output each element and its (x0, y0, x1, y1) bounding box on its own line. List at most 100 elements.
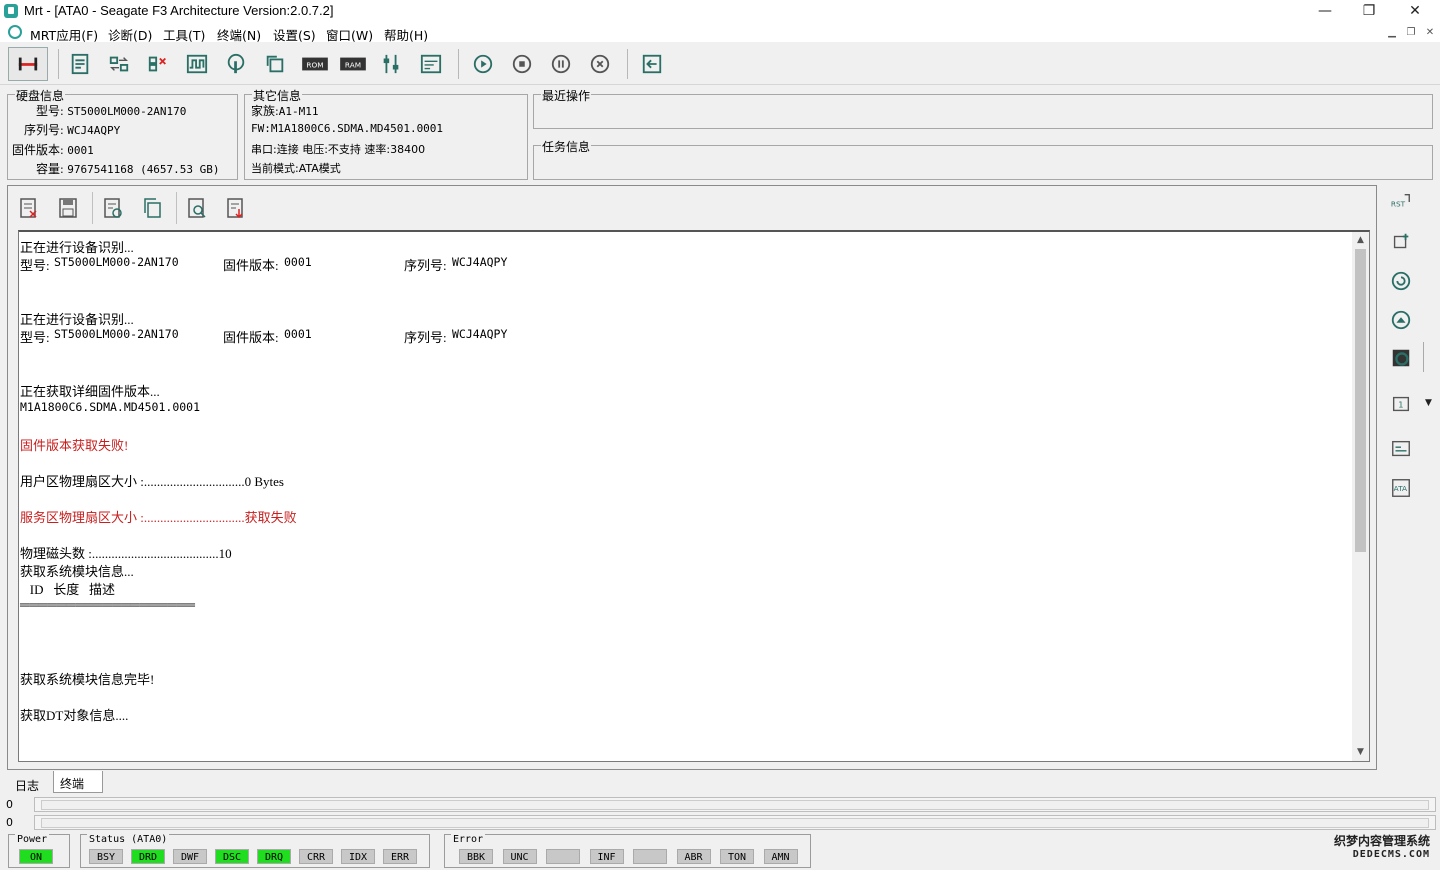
status-led: BBK (459, 849, 493, 864)
clear-log-button[interactable] (18, 196, 40, 220)
status-group: Status (ATA0) BSY DRD DWF DSC DRQ CRR IDX ERR (80, 834, 430, 868)
scroll-thumb[interactable] (1355, 249, 1366, 552)
copy-icon (144, 198, 161, 218)
stop-button[interactable] (509, 51, 535, 77)
report-button[interactable] (67, 51, 93, 77)
export-log-button[interactable] (225, 196, 247, 220)
spin-up-button[interactable] (1389, 308, 1413, 332)
progress-row-2: 0 (0, 815, 1440, 831)
cancel-button[interactable] (587, 51, 613, 77)
progress-value-2: 0 (6, 816, 13, 829)
status-led: BSY (89, 849, 123, 864)
log-line-text: 获取DT对象信息.... (20, 708, 129, 723)
rom-chip-icon: ROM (302, 57, 328, 71)
waveform-button[interactable] (184, 51, 210, 77)
ata-button[interactable]: ATA (1389, 476, 1413, 500)
main-toolbar: ROM RAM (0, 43, 1440, 85)
log-panel: 正在进行设备识别... 型号: ST5000LM000-2AN170 固件版本: 000… (7, 185, 1377, 770)
svg-text:1: 1 (1398, 400, 1403, 410)
refresh-copy-icon (266, 55, 284, 73)
scroll-up-icon[interactable]: ▲ (1352, 232, 1369, 249)
close-button[interactable]: ✕ (1392, 0, 1438, 22)
menu-terminal[interactable]: 终端(N) (217, 25, 261, 44)
log-line-text: 正在进行设备识别... (20, 312, 134, 327)
status-led: CRR (299, 849, 333, 864)
terminal-button[interactable] (418, 51, 444, 77)
error-group: Error BBK UNC INF ABR TON AMN (444, 834, 811, 868)
scroll-down-icon[interactable]: ▼ (1352, 744, 1369, 761)
report-icon (71, 53, 89, 75)
compare-button[interactable] (145, 51, 171, 77)
capacity-label: 容量 (36, 162, 61, 176)
refresh-copy-button[interactable] (262, 51, 288, 77)
power-cycle-button[interactable] (1389, 230, 1413, 254)
export-icon (227, 198, 243, 219)
menu-tools[interactable]: 工具(T) (163, 25, 205, 44)
terminal-icon (420, 54, 442, 74)
mdi-close-icon[interactable]: ✕ (1423, 26, 1437, 39)
log-line: 获取DT对象信息.... (20, 705, 128, 723)
log-line-segment: 0001 (284, 327, 312, 341)
log-line: 正在进行设备识别... (20, 237, 134, 255)
log-line-text: 获取系统模块信息... (20, 564, 134, 579)
menu-diagnose[interactable]: 诊断(D) (108, 25, 152, 44)
status-title: Status (ATA0) (87, 834, 170, 845)
copy-log-button[interactable] (141, 196, 163, 220)
chip-refresh-button[interactable] (1389, 346, 1413, 370)
reset-button[interactable]: RST (1389, 190, 1413, 214)
minimize-button[interactable]: — (1302, 0, 1348, 22)
mode-text: 当前模式:ATA模式 (251, 162, 341, 175)
chip-refresh-icon (1392, 349, 1410, 367)
log-scrollbar[interactable]: ▲ ▼ (1352, 232, 1369, 761)
menu-window[interactable]: 窗口(W) (326, 25, 373, 44)
status-led: DWF (173, 849, 207, 864)
status-led: TON (720, 849, 754, 864)
rst-icon: RST (1391, 193, 1410, 209)
family-label: 家族 (251, 104, 276, 118)
refresh-button[interactable] (1389, 269, 1413, 293)
log-line: 获取系统模块信息完毕! (20, 669, 154, 687)
touch-button[interactable] (223, 51, 249, 77)
pause-button[interactable] (548, 51, 574, 77)
adjust-button[interactable] (378, 51, 404, 77)
ram-chip-icon: RAM (340, 57, 366, 71)
log-output[interactable]: 正在进行设备识别... 型号: ST5000LM000-2AN170 固件版本: 000… (18, 230, 1370, 762)
menu-settings[interactable]: 设置(S) (273, 25, 316, 44)
screen-button[interactable] (1389, 437, 1413, 461)
connect-icon (18, 57, 38, 71)
log-line-segment: 序列号: (404, 258, 447, 273)
sliders-icon (383, 54, 399, 74)
maximize-button[interactable]: ❐ (1346, 0, 1392, 22)
log-settings-icon (104, 198, 122, 218)
page-one-button[interactable]: 1 (1389, 392, 1413, 416)
log-settings-button[interactable] (102, 196, 124, 220)
ram-button[interactable]: RAM (338, 51, 368, 77)
mdi-child-icon (8, 25, 22, 39)
save-log-button[interactable] (57, 196, 79, 220)
status-led: AMN (763, 849, 798, 864)
app-icon (4, 4, 18, 18)
rom-button[interactable]: ROM (300, 51, 330, 77)
dropdown-arrow-icon[interactable]: ▼ (1425, 398, 1432, 408)
status-led (633, 849, 667, 864)
connect-button[interactable] (8, 47, 48, 81)
tab-terminal[interactable]: 终端 (53, 771, 103, 793)
stop-icon (512, 54, 532, 74)
svg-text:RST: RST (1391, 200, 1406, 209)
cancel-icon (590, 54, 610, 74)
log-line-segment: 固件版本: (223, 258, 279, 273)
tab-log[interactable]: 日志 (9, 773, 45, 795)
menu-help[interactable]: 帮助(H) (384, 25, 428, 44)
mdi-restore-icon[interactable]: ❐ (1404, 26, 1418, 39)
play-button[interactable] (470, 51, 496, 77)
exit-button[interactable] (639, 51, 665, 77)
menu-mrt-app[interactable]: MRT应用(F) (30, 25, 98, 44)
transfer-button[interactable] (106, 51, 132, 77)
fw-value: 0001 (67, 144, 94, 157)
mdi-minimize-icon[interactable]: ▁ (1385, 26, 1399, 39)
error-title: Error (451, 834, 486, 845)
svg-text:ROM: ROM (306, 61, 323, 70)
recent-ops-title: 最近操作 (541, 87, 592, 104)
find-log-button[interactable] (186, 196, 208, 220)
log-line-segment: ST5000LM000-2AN170 (54, 255, 179, 269)
